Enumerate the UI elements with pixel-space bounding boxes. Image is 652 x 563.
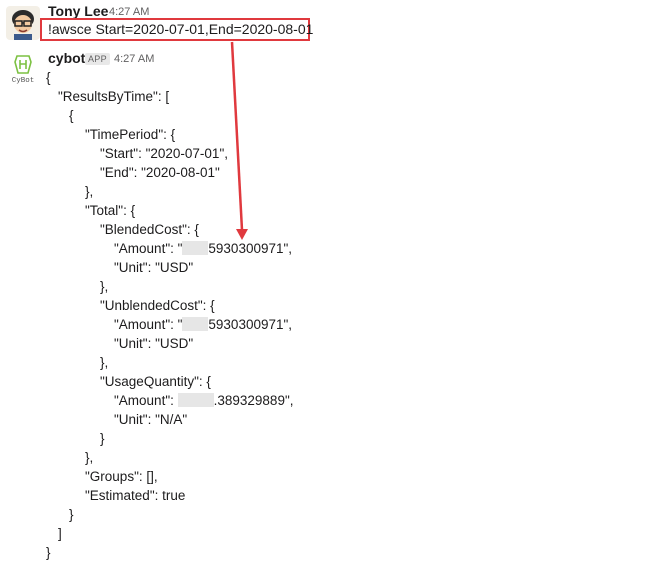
json-line: "ResultsByTime": [: [58, 89, 170, 104]
json-line: "Total": {: [85, 203, 136, 218]
json-line: "Unit": "N/A": [114, 412, 188, 427]
user-name[interactable]: Tony Lee: [48, 3, 108, 19]
json-line: "Groups": [],: [85, 469, 158, 484]
json-line: "BlendedCost": {: [100, 222, 199, 237]
json-key-amount: "Amount": ": [114, 317, 183, 332]
blended-amount-visible: 5930300971",: [208, 241, 293, 256]
json-line: "TimePeriod": {: [85, 127, 176, 142]
unblended-amount-line: "Amount": " 5930300971",: [114, 317, 292, 333]
json-line: "Estimated": true: [85, 488, 186, 503]
user-message-timestamp[interactable]: 4:27 AM: [109, 6, 149, 18]
redacted-value: [177, 393, 214, 407]
json-key-amount: "Amount":: [114, 393, 178, 408]
json-key-amount: "Amount": ": [114, 241, 183, 256]
user-command-text: !awsce Start=2020-07-01,End=2020-08-01: [48, 21, 314, 37]
redacted-value: [182, 317, 209, 331]
json-line: {: [69, 108, 74, 123]
json-line: "Start": "2020-07-01",: [100, 146, 228, 161]
json-line: }: [69, 507, 74, 522]
json-line: ]: [58, 526, 62, 541]
json-line: "Unit": "USD": [114, 260, 194, 275]
json-line: "End": "2020-08-01": [100, 165, 220, 180]
json-line: "Unit": "USD": [114, 336, 194, 351]
json-line: }: [46, 545, 51, 560]
redacted-value: [182, 241, 209, 255]
bot-avatar[interactable]: CyBot: [6, 52, 40, 86]
blended-amount-line: "Amount": " 5930300971",: [114, 241, 292, 257]
bot-avatar-label: CyBot: [12, 77, 35, 85]
bot-name[interactable]: cybot: [48, 50, 85, 66]
json-line: },: [100, 355, 109, 370]
usage-amount-visible: .389329889",: [213, 393, 294, 408]
json-line: }: [100, 431, 105, 446]
json-line: },: [100, 279, 109, 294]
user-avatar[interactable]: [6, 6, 40, 40]
json-line: {: [46, 70, 51, 85]
usage-amount-line: "Amount": .389329889",: [114, 393, 294, 409]
bot-message-timestamp[interactable]: 4:27 AM: [114, 53, 154, 65]
app-badge: APP: [85, 53, 110, 65]
json-line: "UnblendedCost": {: [100, 298, 215, 313]
json-line: },: [85, 184, 94, 199]
json-line: "UsageQuantity": {: [100, 374, 211, 389]
unblended-amount-visible: 5930300971",: [208, 317, 293, 332]
json-line: },: [85, 450, 94, 465]
